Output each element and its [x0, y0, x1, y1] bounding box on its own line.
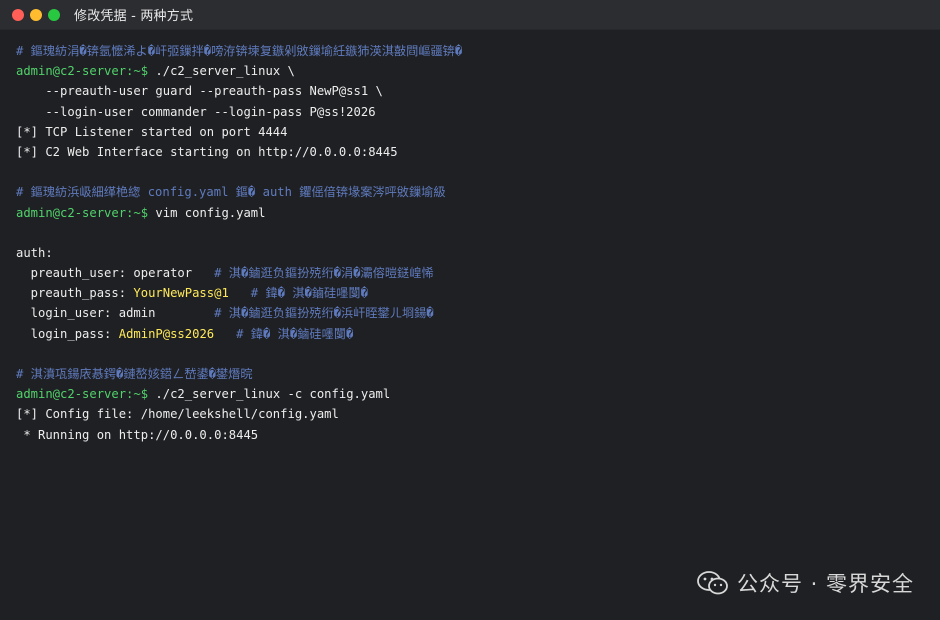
output-text: [*] TCP Listener started on port 4444 — [16, 124, 288, 139]
yaml-value: YourNewPass@1 — [126, 286, 229, 301]
yaml-key: preauth_pass: — [16, 286, 127, 301]
shell-prompt: admin@c2-server:~$ — [16, 64, 149, 79]
terminal-line: preauth_user: operator # 淇�鏀逛负鏂扮殑绗�涓�灞傛暟… — [16, 263, 924, 283]
comment-text: # 淇濆瓨鍚庡惎鍔�鏈嶅姟鍣ㄥ嵆鍙�鐢熸晥 — [16, 367, 253, 381]
terminal-line: [*] TCP Listener started on port 4444 — [16, 122, 924, 142]
watermark: 公众号 · 零界安全 — [697, 568, 914, 598]
output-text: * Running on http://0.0.0.0:8445 — [16, 427, 259, 442]
yaml-comment: # 鍏� 淇�鏀硅嚜闅� — [228, 286, 368, 301]
terminal-line: --preauth-user guard --preauth-pass NewP… — [16, 81, 924, 101]
yaml-key: login_user: — [16, 306, 112, 321]
terminal-line: --login-user commander --login-pass P@ss… — [16, 102, 924, 122]
terminal-line: [*] Config file: /home/leekshell/config.… — [16, 404, 924, 424]
zoom-button[interactable] — [48, 8, 60, 21]
yaml-key: login_pass: — [16, 326, 112, 341]
terminal-line: # 鏂瑰紡涓�锛氬懡浠よ�屽弬鏁拌�嗙洊锛堜复鏃剁敓鏁堬紝鏃犻渶淇敼閰嶇疆锛� — [16, 41, 924, 61]
title-bar: 修改凭据 - 两种方式 — [0, 0, 940, 30]
command-text: vim config.yaml — [148, 205, 266, 220]
terminal-line: # 淇濆瓨鍚庡惎鍔�鏈嶅姟鍣ㄥ嵆鍙�鐢熸晥 — [16, 364, 924, 384]
command-text: ./c2_server_linux \ — [148, 64, 295, 79]
yaml-comment: # 鍏� 淇�鏀硅嚜闅� — [214, 326, 354, 341]
yaml-value: AdminP@ss2026 — [111, 326, 215, 341]
terminal-line: admin@c2-server:~$ vim config.yaml — [16, 203, 924, 223]
output-text: [*] Config file: /home/leekshell/config.… — [16, 407, 339, 422]
yaml-key: preauth_user: — [16, 266, 127, 281]
yaml-value: admin — [111, 306, 156, 321]
terminal-line: login_pass: AdminP@ss2026 # 鍏� 淇�鏀硅嚜闅� — [16, 324, 924, 344]
terminal-line: # 鏂瑰紡浜岋細缂栬緫 config.yaml 鏂� auth 鑺傜偣锛堟案涔呯… — [16, 182, 924, 202]
terminal-line: * Running on http://0.0.0.0:8445 — [16, 425, 924, 445]
minimize-button[interactable] — [30, 8, 42, 21]
terminal-output[interactable]: # 鏂瑰紡涓�锛氬懡浠よ�屽弬鏁拌�嗙洊锛堜复鏃剁敓鏁堬紝鏃犻渶淇敼閰嶇疆锛� a… — [16, 41, 924, 445]
comment-text: # 鏂瑰紡浜岋細缂栬緫 config.yaml 鏂� auth 鑺傜偣锛堟案涔呯… — [16, 185, 446, 200]
watermark-text: 公众号 · 零界安全 — [736, 572, 914, 596]
yaml-comment: # 淇�鏀逛负鏂扮殑绗�浜屽眰鐢ㄦ埛鍚� — [155, 306, 434, 321]
output-text: --preauth-user guard --preauth-pass NewP… — [16, 84, 383, 99]
yaml-comment: # 淇�鏀逛负鏂扮殑绗�涓�灞傛暟鎹崲悕 — [192, 266, 434, 281]
terminal-line: preauth_pass: YourNewPass@1 # 鍏� 淇�鏀硅嚜闅� — [16, 283, 924, 303]
close-button[interactable] — [12, 8, 24, 21]
yaml-value: operator — [126, 266, 193, 281]
terminal-line: auth: — [16, 243, 924, 263]
comment-text: # 鏂瑰紡涓�锛氬懡浠よ�屽弬鏁拌�嗙洊锛堜复鏃剁敓鏁堬紝鏃犻渶淇敼閰嶇疆锛� — [16, 44, 463, 58]
terminal-line: login_user: admin # 淇�鏀逛负鏂扮殑绗�浜屽眰鐢ㄦ埛鍚� — [16, 303, 924, 323]
output-text: [*] C2 Web Interface starting on http://… — [16, 144, 398, 159]
command-text: ./c2_server_linux -c config.yaml — [148, 387, 391, 402]
window-title: 修改凭据 - 两种方式 — [74, 9, 194, 24]
wechat-icon — [697, 571, 728, 595]
terminal-line: [*] C2 Web Interface starting on http://… — [16, 142, 924, 162]
terminal-line: admin@c2-server:~$ ./c2_server_linux -c … — [16, 384, 924, 404]
shell-prompt: admin@c2-server:~$ — [16, 205, 149, 220]
shell-prompt: admin@c2-server:~$ — [16, 387, 149, 402]
output-text: auth: — [16, 245, 53, 260]
output-text: --login-user commander --login-pass P@ss… — [16, 104, 376, 119]
terminal-window: 修改凭据 - 两种方式 # 鏂瑰紡涓�锛氬懡浠よ�屽弬鏁拌�嗙洊锛堜复鏃剁敓鏁堬… — [0, 0, 940, 620]
terminal-line: admin@c2-server:~$ ./c2_server_linux \ — [16, 61, 924, 81]
